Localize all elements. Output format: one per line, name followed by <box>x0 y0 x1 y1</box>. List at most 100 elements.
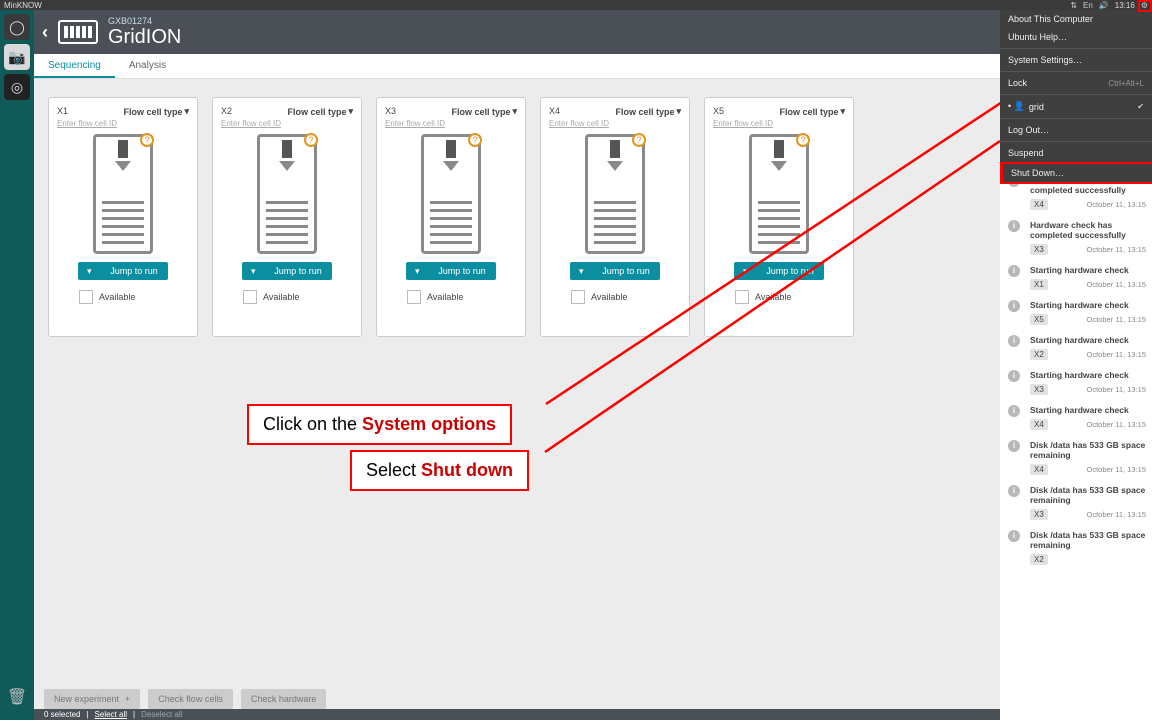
jump-to-run-button[interactable]: Jump to run <box>592 262 660 280</box>
flow-cell-type-dropdown[interactable]: Flow cell type ▾ <box>451 106 517 117</box>
help-icon[interactable]: ? <box>632 133 646 147</box>
bottom-bar: New experiment+ Check flow cells Check h… <box>34 689 1000 720</box>
jump-dropdown[interactable]: ▾ <box>570 262 592 280</box>
screenshot-icon[interactable]: 📷 <box>4 44 30 70</box>
info-icon: i <box>1008 335 1020 347</box>
flowcell-id-input[interactable]: Enter flow cell ID <box>57 119 117 128</box>
chevron-down-icon: ▾ <box>512 106 517 117</box>
flowcell-card[interactable]: X2 Flow cell type ▾ Enter flow cell ID ?… <box>212 97 362 337</box>
notification-position-badge: X3 <box>1030 509 1048 520</box>
menu-suspend[interactable]: Suspend <box>1000 144 1152 162</box>
notification-timestamp: October 11, 13:15 <box>1087 350 1146 359</box>
notification-item[interactable]: i Disk /data has 533 GB space remaining … <box>1000 479 1152 524</box>
device-icon <box>58 20 98 44</box>
deselect-all-link[interactable]: Deselect all <box>141 710 182 719</box>
lang-indicator[interactable]: En <box>1083 1 1093 10</box>
info-icon: i <box>1008 530 1020 542</box>
menu-help[interactable]: Ubuntu Help… <box>1000 28 1152 46</box>
notification-message: Starting hardware check <box>1030 335 1146 345</box>
menu-logout[interactable]: Log Out… <box>1000 121 1152 139</box>
trash-icon[interactable]: 🗑 <box>4 684 30 710</box>
help-icon[interactable]: ? <box>468 133 482 147</box>
flowcell-card[interactable]: X5 Flow cell type ▾ Enter flow cell ID ?… <box>704 97 854 337</box>
ubuntu-dash-icon[interactable]: ◯ <box>4 14 30 40</box>
notification-message: Hardware check has completed successfull… <box>1030 220 1146 240</box>
available-checkbox[interactable] <box>735 290 749 304</box>
notification-item[interactable]: i Starting hardware check X2 October 11,… <box>1000 329 1152 364</box>
jump-dropdown[interactable]: ▾ <box>734 262 756 280</box>
notification-timestamp: October 11, 13:15 <box>1087 245 1146 254</box>
tab-sequencing[interactable]: Sequencing <box>34 54 115 78</box>
notification-item[interactable]: i Starting hardware check X3 October 11,… <box>1000 364 1152 399</box>
help-icon[interactable]: ? <box>140 133 154 147</box>
menu-shutdown[interactable]: Shut Down… <box>1000 162 1152 184</box>
help-icon[interactable]: ? <box>796 133 810 147</box>
flow-cell-type-dropdown[interactable]: Flow cell type ▾ <box>779 106 845 117</box>
jump-dropdown[interactable]: ▾ <box>78 262 100 280</box>
available-checkbox[interactable] <box>571 290 585 304</box>
back-button[interactable]: ‹ <box>42 22 48 43</box>
notification-item[interactable]: i Starting hardware check X5 October 11,… <box>1000 294 1152 329</box>
flow-cell-type-dropdown[interactable]: Flow cell type ▾ <box>123 106 189 117</box>
jump-to-run-button[interactable]: Jump to run <box>756 262 824 280</box>
check-hardware-button[interactable]: Check hardware <box>241 689 327 709</box>
notification-item[interactable]: i Starting hardware check X4 October 11,… <box>1000 399 1152 434</box>
flowcell-id-input[interactable]: Enter flow cell ID <box>549 119 609 128</box>
help-icon[interactable]: ? <box>304 133 318 147</box>
info-icon: i <box>1008 485 1020 497</box>
flowcell-chip-graphic: ? <box>421 134 481 254</box>
divider <box>1000 71 1152 72</box>
jump-to-run-button[interactable]: Jump to run <box>100 262 168 280</box>
annotation-callout-2: Select Shut down <box>350 450 529 491</box>
menu-lock[interactable]: LockCtrl+Alt+L <box>1000 74 1152 92</box>
notification-timestamp: October 11, 13:15 <box>1087 385 1146 394</box>
notification-item[interactable]: i Disk /data has 533 GB space remaining … <box>1000 524 1152 569</box>
new-experiment-button[interactable]: New experiment+ <box>44 689 140 709</box>
flowcell-id-input[interactable]: Enter flow cell ID <box>221 119 281 128</box>
notification-item[interactable]: i Starting hardware check X1 October 11,… <box>1000 259 1152 294</box>
notification-position-badge: X2 <box>1030 554 1048 565</box>
notification-item[interactable]: i Disk /data has 533 GB space remaining … <box>1000 434 1152 479</box>
notification-timestamp: October 11, 13:15 <box>1087 200 1146 209</box>
system-menu: About This Computer Ubuntu Help… System … <box>1000 10 1152 184</box>
flowcell-chip-graphic: ? <box>257 134 317 254</box>
clock[interactable]: 13:16 <box>1115 1 1135 10</box>
flowcell-id-input[interactable]: Enter flow cell ID <box>385 119 445 128</box>
select-all-link[interactable]: Select all <box>95 710 127 719</box>
jump-to-run-button[interactable]: Jump to run <box>428 262 496 280</box>
tab-analysis[interactable]: Analysis <box>115 54 180 78</box>
app-header: ‹ GXB01274 GridION <box>34 10 1000 54</box>
jump-to-run-button[interactable]: Jump to run <box>264 262 332 280</box>
chevron-down-icon: ▾ <box>840 106 845 117</box>
menu-user[interactable]: 👤grid✔ <box>1000 97 1152 116</box>
notification-message: Disk /data has 533 GB space remaining <box>1030 440 1146 460</box>
network-icon[interactable]: ⇅ <box>1070 1 1077 10</box>
jump-dropdown[interactable]: ▾ <box>242 262 264 280</box>
flowcell-card[interactable]: X3 Flow cell type ▾ Enter flow cell ID ?… <box>376 97 526 337</box>
available-checkbox[interactable] <box>407 290 421 304</box>
flowcell-position: X4 <box>549 106 560 117</box>
divider <box>1000 141 1152 142</box>
notification-message: Starting hardware check <box>1030 405 1146 415</box>
info-icon: i <box>1008 405 1020 417</box>
flowcell-card[interactable]: X4 Flow cell type ▾ Enter flow cell ID ?… <box>540 97 690 337</box>
available-checkbox[interactable] <box>243 290 257 304</box>
flowcell-card[interactable]: X1 Flow cell type ▾ Enter flow cell ID ?… <box>48 97 198 337</box>
notification-message: Starting hardware check <box>1030 265 1146 275</box>
available-checkbox[interactable] <box>79 290 93 304</box>
notification-position-badge: X2 <box>1030 349 1048 360</box>
menu-settings[interactable]: System Settings… <box>1000 51 1152 69</box>
check-flow-cells-button[interactable]: Check flow cells <box>148 689 233 709</box>
menu-about[interactable]: About This Computer <box>1000 10 1152 28</box>
notification-position-badge: X3 <box>1030 384 1048 395</box>
annotation-callout-1: Click on the System options <box>247 404 512 445</box>
notification-item[interactable]: i Hardware check has completed successfu… <box>1000 214 1152 259</box>
notification-message: Starting hardware check <box>1030 370 1146 380</box>
flowcell-id-input[interactable]: Enter flow cell ID <box>713 119 773 128</box>
flow-cell-type-dropdown[interactable]: Flow cell type ▾ <box>287 106 353 117</box>
volume-icon[interactable]: 🔊 <box>1099 1 1109 10</box>
app-launcher-icon[interactable]: ◎ <box>4 74 30 100</box>
info-icon: i <box>1008 265 1020 277</box>
flow-cell-type-dropdown[interactable]: Flow cell type ▾ <box>615 106 681 117</box>
jump-dropdown[interactable]: ▾ <box>406 262 428 280</box>
